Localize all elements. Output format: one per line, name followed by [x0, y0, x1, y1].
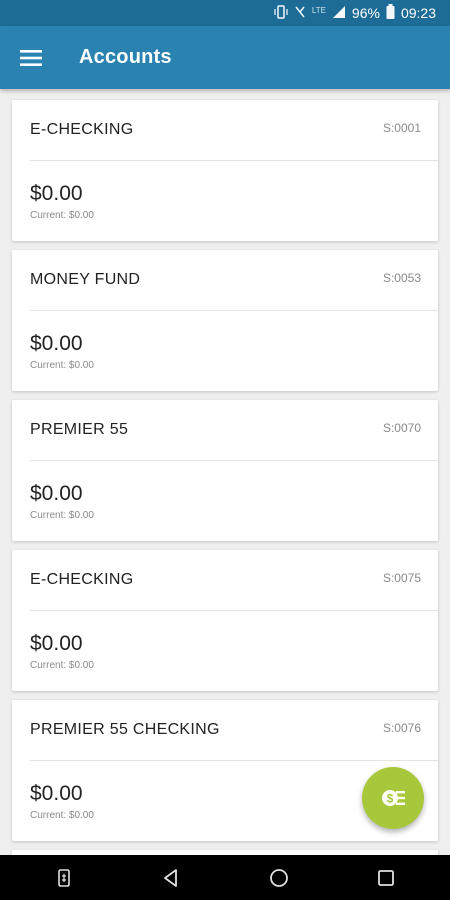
signal-icon [332, 5, 346, 22]
account-name: PREMIER 55 CHECKING [30, 721, 220, 738]
recents-button[interactable] [366, 858, 406, 898]
account-balance: $0.00 [30, 182, 83, 205]
battery-percent: 96% [351, 5, 380, 21]
account-card-header: PREMIER 55 S:0070 [12, 400, 438, 460]
divider [30, 610, 438, 611]
page-title: Accounts [79, 46, 172, 68]
divider [30, 310, 438, 311]
divider [30, 760, 438, 761]
status-bar: LTE 96% 09:23 [0, 0, 450, 26]
account-balance: $0.00 [30, 482, 83, 505]
vibrate-icon [274, 4, 288, 22]
account-card[interactable]: E-CHECKING S:0075 $0.00 Current: $0.00 [12, 550, 438, 691]
recents-icon [378, 869, 395, 886]
home-button[interactable] [259, 858, 299, 898]
back-button[interactable] [151, 858, 191, 898]
alarm-icon [294, 5, 306, 22]
account-card-header: E-CHECKING S:0075 [12, 550, 438, 610]
account-card-header: PREMIER 55 CHECKING S:0076 [12, 700, 438, 760]
account-current: Current: $0.00 [30, 360, 94, 371]
transfer-fab-button[interactable]: $ [362, 767, 424, 829]
accounts-list: E-CHECKING S:0001 $0.00 Current: $0.00 M… [12, 100, 438, 880]
account-name: E-CHECKING [30, 571, 134, 588]
account-current: Current: $0.00 [30, 510, 94, 521]
account-balance: $0.00 [30, 332, 83, 355]
account-suffix: S:0076 [382, 721, 421, 735]
account-suffix: S:0053 [382, 271, 421, 285]
hamburger-menu-icon [20, 49, 42, 66]
app-bar: Accounts [0, 26, 450, 89]
sim-toolkit-icon [57, 868, 70, 887]
clock: 09:23 [400, 5, 436, 21]
transfer-money-icon: $ [382, 790, 405, 806]
divider [30, 160, 438, 161]
account-suffix: S:0075 [382, 571, 421, 585]
account-name: E-CHECKING [30, 121, 134, 138]
account-card[interactable]: E-CHECKING S:0001 $0.00 Current: $0.00 [12, 100, 438, 241]
system-nav-bar [0, 855, 450, 900]
account-card-header: MONEY FUND S:0053 [12, 250, 438, 310]
account-suffix: S:0001 [382, 121, 421, 135]
account-current: Current: $0.00 [30, 210, 94, 221]
menu-button[interactable] [0, 26, 62, 89]
back-icon [164, 868, 178, 887]
svg-text:$: $ [387, 792, 394, 806]
battery-icon [386, 4, 395, 22]
account-balance: $0.00 [30, 632, 83, 655]
home-icon [269, 868, 288, 887]
account-card[interactable]: MONEY FUND S:0053 $0.00 Current: $0.00 [12, 250, 438, 391]
account-name: MONEY FUND [30, 271, 141, 288]
account-current: Current: $0.00 [30, 810, 94, 821]
account-suffix: S:0070 [382, 421, 421, 435]
account-current: Current: $0.00 [30, 660, 94, 671]
account-card[interactable]: PREMIER 55 S:0070 $0.00 Current: $0.00 [12, 400, 438, 541]
sim-toolkit-button[interactable] [44, 858, 84, 898]
account-card-header: E-CHECKING S:0001 [12, 100, 438, 160]
network-type-label: LTE [311, 5, 326, 15]
account-name: PREMIER 55 [30, 421, 129, 438]
divider [30, 460, 438, 461]
